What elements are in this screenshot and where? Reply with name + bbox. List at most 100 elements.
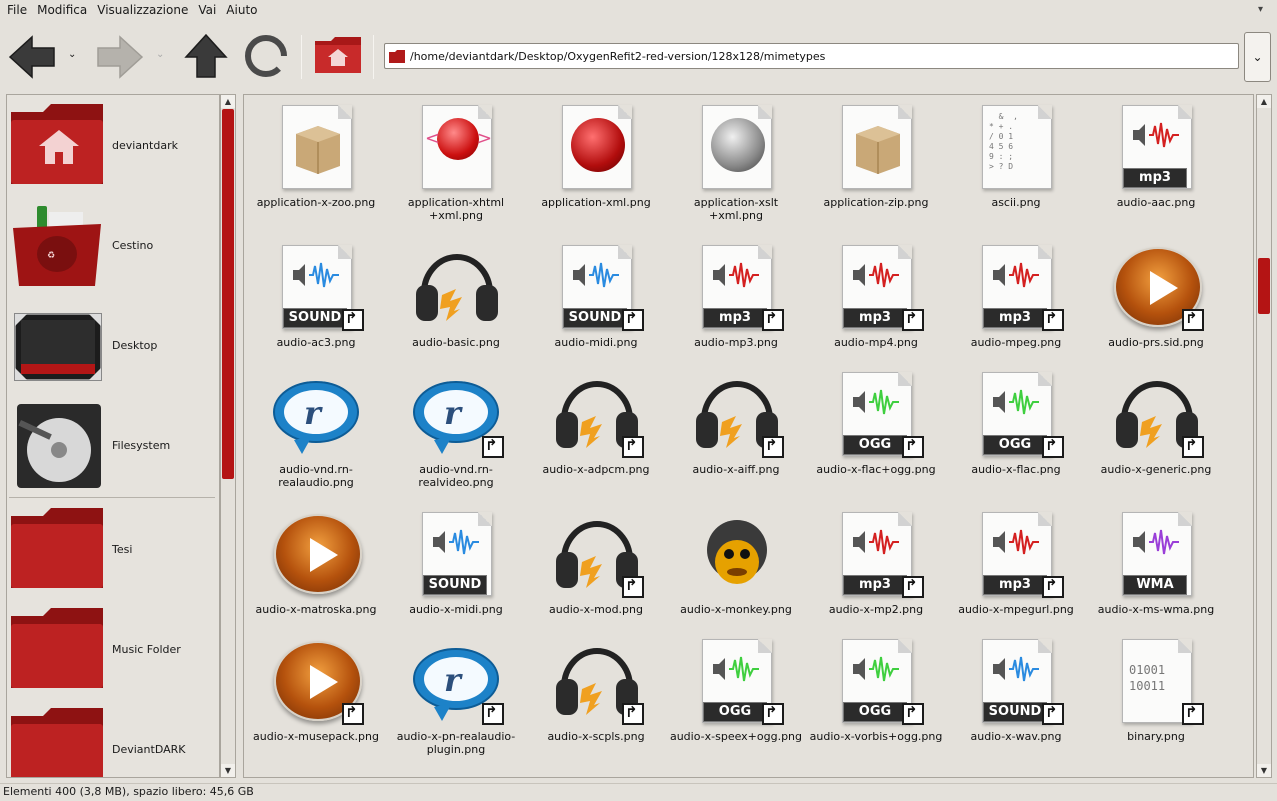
back-button[interactable]	[8, 35, 56, 79]
sidebar-scrollbar[interactable]: ▲ ▼	[220, 94, 236, 778]
sidebar-item-cestino[interactable]: ♻ Cestino	[7, 195, 219, 295]
file-item[interactable]: r audio-vnd.rn- realvideo.png	[386, 370, 526, 506]
file-icon: SOUND	[552, 243, 644, 333]
svg-text:♻: ♻	[47, 251, 55, 261]
file-item[interactable]: audio-x-adpcm.png	[526, 370, 666, 506]
sound-wave-icon	[433, 529, 479, 555]
back-history-dropdown[interactable]: ⌄	[68, 49, 76, 60]
file-item[interactable]: SOUND audio-x-wav.png	[946, 637, 1086, 773]
file-item[interactable]: WMA audio-x-ms-wma.png	[1086, 510, 1226, 646]
file-item[interactable]: audio-x-generic.png	[1086, 370, 1226, 506]
file-item[interactable]: OGG audio-x-flac.png	[946, 370, 1086, 506]
file-item[interactable]: OGG audio-x-vorbis+ogg.png	[806, 637, 946, 773]
menu-aiuto[interactable]: Aiuto	[221, 3, 262, 17]
menu-file[interactable]: File	[2, 3, 32, 17]
reload-button[interactable]	[242, 33, 290, 79]
sidebar-item-deviantdark-folder[interactable]: DeviantDARK	[7, 699, 219, 777]
file-item[interactable]: audio-x-matroska.png	[246, 510, 386, 646]
up-button[interactable]	[184, 33, 228, 79]
main-scrollbar-thumb[interactable]	[1258, 258, 1270, 314]
file-item[interactable]: r audio-vnd.rn- realaudio.png	[246, 370, 386, 506]
file-item[interactable]: mp3 audio-mpeg.png	[946, 243, 1086, 379]
sidebar-item-desktop[interactable]: Desktop	[7, 295, 219, 395]
file-name: audio-vnd.rn- realaudio.png	[278, 463, 354, 489]
file-item[interactable]: mp3 audio-mp4.png	[806, 243, 946, 379]
sidebar-item-music-folder[interactable]: Music Folder	[7, 599, 219, 699]
archive-file-icon	[842, 105, 912, 189]
scroll-down-arrow[interactable]: ▼	[221, 764, 235, 777]
file-item[interactable]: application-xml.png	[526, 103, 666, 239]
format-badge: mp3	[983, 575, 1047, 595]
file-item[interactable]: audio-x-monkey.png	[666, 510, 806, 646]
file-item[interactable]: audio-x-scpls.png	[526, 637, 666, 773]
up-arrow-icon	[184, 33, 228, 78]
symlink-overlay-icon	[1182, 436, 1204, 458]
file-item[interactable]: 01001 10011 binary.png	[1086, 637, 1226, 773]
format-badge: mp3	[843, 575, 907, 595]
sidebar-item-deviantdark[interactable]: deviantdark	[7, 95, 219, 195]
symlink-overlay-icon	[902, 703, 924, 725]
file-icon: mp3	[1112, 103, 1202, 193]
file-item[interactable]: mp3 audio-mp3.png	[666, 243, 806, 379]
file-icon	[1112, 370, 1204, 460]
home-button[interactable]	[313, 35, 363, 75]
file-icon	[552, 510, 644, 600]
forward-history-dropdown[interactable]: ⌄	[156, 49, 164, 60]
file-item[interactable]: audio-x-aiff.png	[666, 370, 806, 506]
menu-visualizzazione[interactable]: Visualizzazione	[92, 3, 193, 17]
scroll-up-arrow[interactable]: ▲	[1257, 95, 1271, 108]
file-item[interactable]: SOUND audio-ac3.png	[246, 243, 386, 379]
toolbar-separator	[373, 35, 374, 79]
file-name: audio-basic.png	[412, 336, 500, 349]
file-item[interactable]: audio-x-musepack.png	[246, 637, 386, 773]
file-item[interactable]: audio-prs.sid.png	[1086, 243, 1226, 379]
file-item[interactable]: mp3 audio-x-mp2.png	[806, 510, 946, 646]
menu-modifica[interactable]: Modifica	[32, 3, 92, 17]
location-path[interactable]: /home/deviantdark/Desktop/OxygenRefit2-r…	[410, 50, 825, 63]
sound-wave-icon	[993, 262, 1039, 288]
file-name: audio-vnd.rn- realvideo.png	[418, 463, 494, 489]
symlink-overlay-icon	[1042, 309, 1064, 331]
main-scrollbar[interactable]: ▲ ▼	[1256, 94, 1272, 778]
menu-overflow-icon[interactable]: ▾	[1258, 4, 1263, 15]
file-item[interactable]: mp3 audio-x-mpegurl.png	[946, 510, 1086, 646]
file-item[interactable]: & , * + . / 0 1 4 5 6 9 : ; > ? D ascii.p…	[946, 103, 1086, 239]
sidebar-item-label: Tesi	[112, 542, 133, 556]
scroll-down-arrow[interactable]: ▼	[1257, 764, 1271, 777]
sidebar-item-tesi[interactable]: Tesi	[7, 499, 219, 599]
file-icon: < >	[412, 103, 502, 193]
file-name: audio-x-scpls.png	[547, 730, 645, 743]
svg-text:r: r	[304, 394, 323, 432]
file-item[interactable]: r audio-x-pn-realaudio- plugin.png	[386, 637, 526, 773]
menu-vai[interactable]: Vai	[193, 3, 221, 17]
file-item[interactable]: < > application-xhtml +xml.png	[386, 103, 526, 239]
audio-file-icon: SOUND	[422, 512, 492, 596]
scroll-up-arrow[interactable]: ▲	[221, 95, 235, 108]
sidebar-item-filesystem[interactable]: Filesystem	[7, 395, 219, 495]
sidebar-item-label: Desktop	[112, 338, 158, 352]
file-item[interactable]: audio-basic.png	[386, 243, 526, 379]
harddisk-icon	[9, 400, 105, 490]
location-bar[interactable]: /home/deviantdark/Desktop/OxygenRefit2-r…	[384, 43, 1239, 69]
format-badge: mp3	[703, 308, 767, 328]
sound-wave-icon	[853, 262, 899, 288]
file-item[interactable]: application-xslt +xml.png	[666, 103, 806, 239]
location-history-dropdown[interactable]: ⌄	[1244, 32, 1271, 82]
file-name: application-xslt +xml.png	[693, 196, 779, 222]
file-name: audio-x-vorbis+ogg.png	[809, 730, 943, 743]
file-icon: SOUND	[412, 510, 502, 600]
sidebar-scrollbar-thumb[interactable]	[222, 109, 234, 479]
file-icon	[412, 243, 502, 333]
file-item[interactable]: OGG audio-x-flac+ogg.png	[806, 370, 946, 506]
forward-button[interactable]	[96, 35, 144, 79]
file-item[interactable]: SOUND audio-midi.png	[526, 243, 666, 379]
file-item[interactable]: OGG audio-x-speex+ogg.png	[666, 637, 806, 773]
file-item[interactable]: application-x-zoo.png	[246, 103, 386, 239]
symlink-overlay-icon	[482, 436, 504, 458]
file-name: audio-x-aiff.png	[692, 463, 780, 476]
file-item[interactable]: audio-x-mod.png	[526, 510, 666, 646]
file-item[interactable]: mp3 audio-aac.png	[1086, 103, 1226, 239]
format-badge: SOUND	[983, 702, 1047, 722]
file-item[interactable]: application-zip.png	[806, 103, 946, 239]
file-item[interactable]: SOUND audio-x-midi.png	[386, 510, 526, 646]
